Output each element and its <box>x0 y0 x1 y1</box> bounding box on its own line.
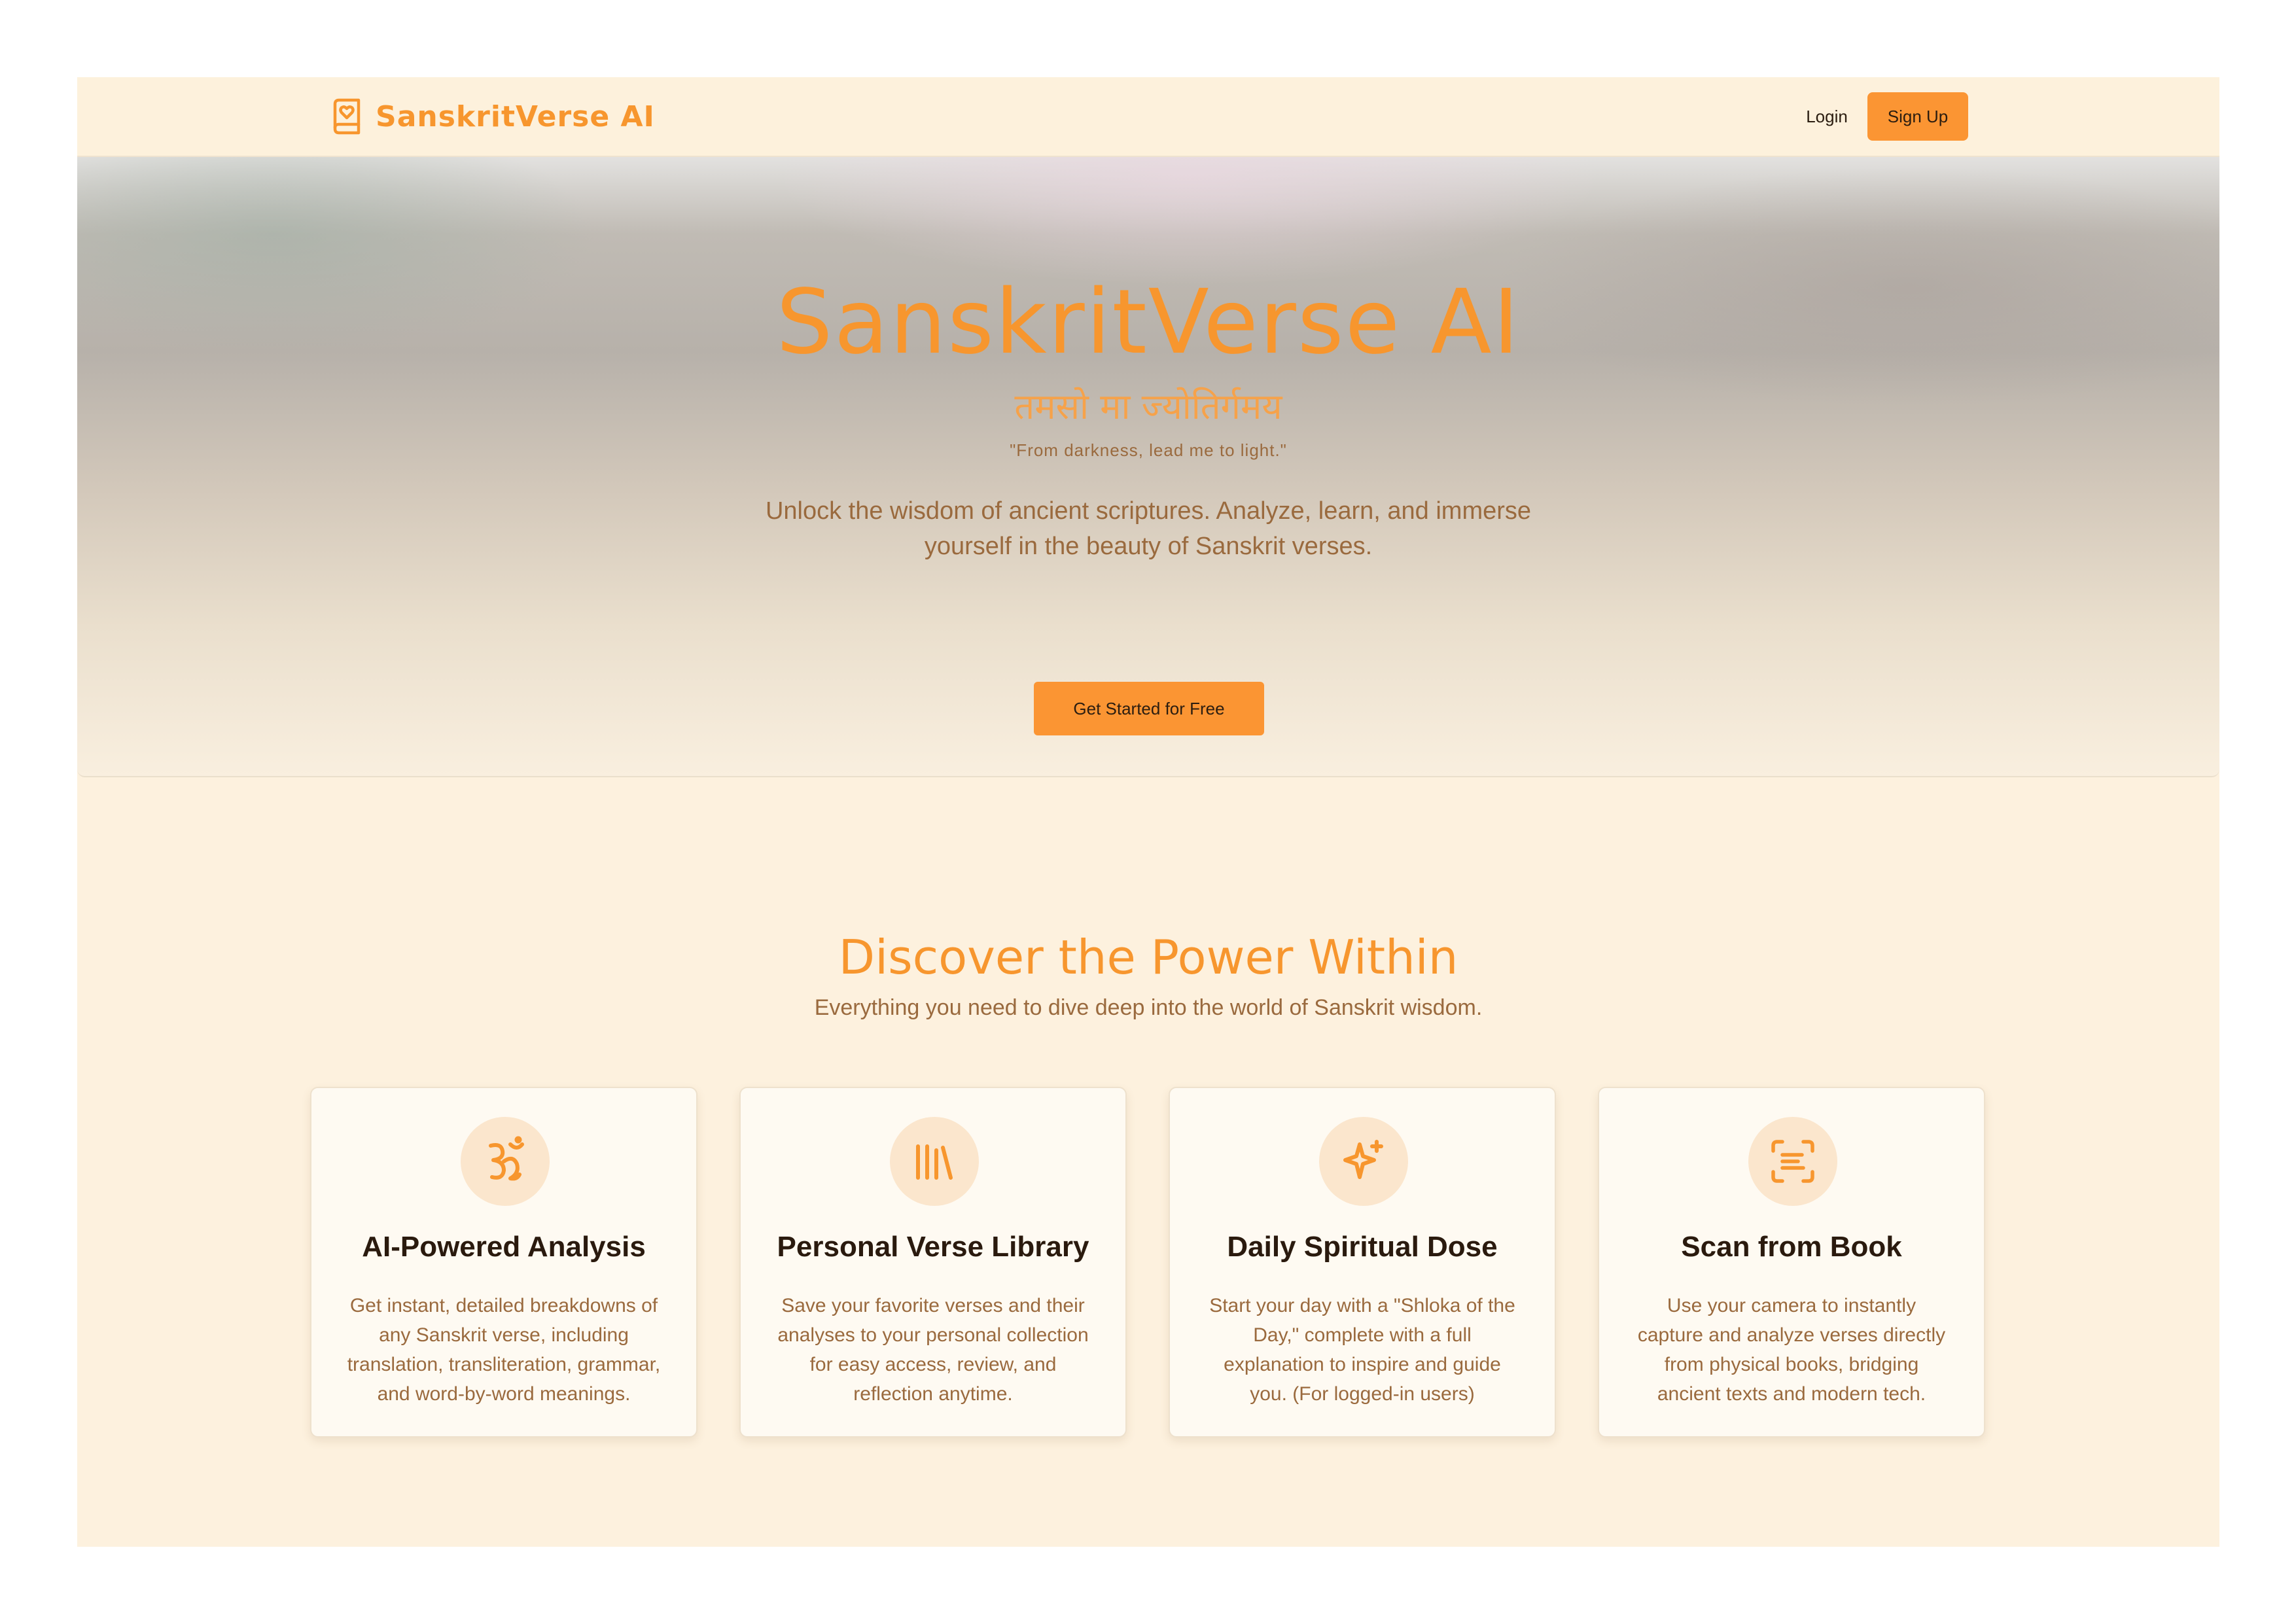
scan-text-icon <box>1748 1117 1837 1206</box>
features-title: Discover the Power Within <box>838 930 1458 985</box>
landing-page: SanskritVerse AI Login Sign Up SanskritV… <box>77 77 2219 1547</box>
login-button[interactable]: Login <box>1788 92 1866 141</box>
om-icon <box>461 1117 550 1206</box>
signup-button[interactable]: Sign Up <box>1867 92 1968 141</box>
hero-sanskrit-line: तमसो मा ज्योतिर्गमय <box>1014 386 1282 427</box>
brand-logo-link[interactable]: SanskritVerse AI <box>331 97 655 136</box>
feature-card-verse-library: Personal Verse Library Save your favorit… <box>739 1087 1127 1437</box>
book-heart-icon <box>331 97 362 136</box>
features-subtitle: Everything you need to dive deep into th… <box>814 995 1483 1020</box>
hero-section: SanskritVerse AI तमसो मा ज्योतिर्गमय "Fr… <box>77 156 2219 777</box>
feature-card-title: AI-Powered Analysis <box>362 1231 646 1263</box>
top-navbar: SanskritVerse AI Login Sign Up <box>77 77 2219 157</box>
hero-description: Unlock the wisdom of ancient scriptures.… <box>765 497 1532 560</box>
feature-card-ai-analysis: AI-Powered Analysis Get instant, detaile… <box>310 1087 698 1437</box>
feature-card-scan-book: Scan from Book Use your camera to instan… <box>1598 1087 1985 1437</box>
feature-card-description: Get instant, detailed breakdowns of any … <box>347 1295 661 1405</box>
hero-quote: "From darkness, lead me to light." <box>1010 440 1287 460</box>
hero-title: SanskritVerse AI <box>776 271 1521 374</box>
feature-card-title: Scan from Book <box>1681 1231 1902 1263</box>
feature-card-title: Personal Verse Library <box>777 1231 1089 1263</box>
feature-card-description: Save your favorite verses and their anal… <box>777 1295 1089 1405</box>
library-icon <box>890 1117 979 1206</box>
sparkles-icon <box>1319 1117 1408 1206</box>
brand-name: SanskritVerse AI <box>376 99 655 133</box>
get-started-button[interactable]: Get Started for Free <box>1034 682 1264 735</box>
feature-card-description: Use your camera to instantly capture and… <box>1637 1295 1946 1405</box>
feature-card-title: Daily Spiritual Dose <box>1227 1231 1498 1263</box>
feature-card-description: Start your day with a "Shloka of the Day… <box>1209 1295 1515 1405</box>
feature-card-daily-dose: Daily Spiritual Dose Start your day with… <box>1169 1087 1556 1437</box>
